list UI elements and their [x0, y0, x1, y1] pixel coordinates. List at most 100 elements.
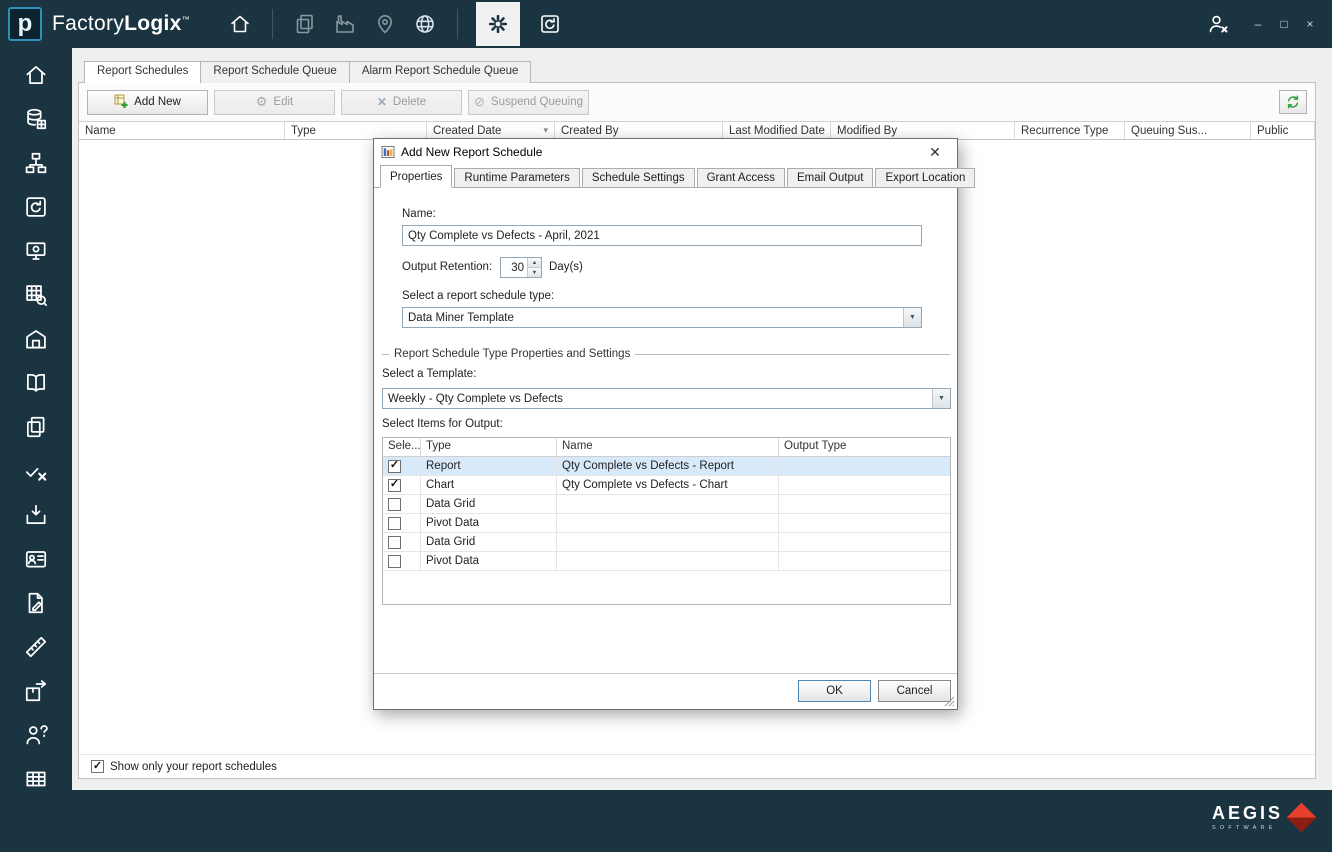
row-checkbox[interactable] — [388, 460, 401, 473]
column-header-last-modified-date[interactable]: Last Modified Date — [723, 122, 831, 139]
table-row[interactable]: ReportQty Complete vs Defects - Report — [383, 457, 950, 476]
table-row[interactable]: Pivot Data — [383, 514, 950, 533]
row-output-cell — [779, 514, 950, 532]
refresh-button[interactable] — [1279, 90, 1307, 114]
items-column-sele[interactable]: Sele... — [383, 438, 421, 456]
chevron-down-icon[interactable]: ▼ — [932, 389, 950, 408]
column-header-created-by[interactable]: Created By — [555, 122, 723, 139]
schedule-type-select[interactable]: Data Miner Template ▼ — [402, 307, 922, 328]
table-row[interactable]: Data Grid — [383, 533, 950, 552]
items-column-type[interactable]: Type — [421, 438, 557, 456]
topbar-documents-button[interactable] — [285, 2, 325, 46]
output-retention-stepper[interactable]: 30 ▲▼ — [500, 257, 542, 278]
library-icon — [23, 370, 49, 396]
sidebar-item-shipping[interactable] — [14, 674, 58, 708]
sidebar-item-facility[interactable] — [14, 322, 58, 356]
topbar-globe-button[interactable] — [405, 2, 445, 46]
tab-report-schedules[interactable]: Report Schedules — [84, 61, 201, 83]
grid-table-icon — [23, 766, 49, 790]
dialog-tab-runtime-parameters[interactable]: Runtime Parameters — [454, 168, 579, 188]
row-select-cell[interactable] — [383, 514, 421, 532]
template-value: Weekly - Qty Complete vs Defects — [383, 393, 932, 405]
row-checkbox[interactable] — [388, 555, 401, 568]
sidebar-item-process-flow[interactable] — [14, 146, 58, 180]
spin-down-icon[interactable]: ▼ — [528, 268, 541, 277]
column-header-public[interactable]: Public — [1251, 122, 1315, 139]
show-only-mine-checkbox[interactable] — [91, 760, 104, 773]
sidebar-item-data-sources[interactable] — [14, 102, 58, 136]
minimize-button[interactable]: – — [1248, 13, 1268, 35]
sidebar-item-station-monitor[interactable] — [14, 234, 58, 268]
settings-gear-button[interactable] — [476, 2, 520, 46]
column-header-name[interactable]: Name — [79, 122, 285, 139]
sidebar-item-library[interactable] — [14, 366, 58, 400]
sidebar-item-grid-table[interactable] — [14, 762, 58, 790]
resize-grip-icon[interactable] — [944, 696, 955, 707]
sidebar-item-receiving[interactable] — [14, 498, 58, 532]
maximize-button[interactable]: □ — [1274, 13, 1294, 35]
row-select-cell[interactable] — [383, 476, 421, 494]
column-label: Last Modified Date — [729, 125, 825, 137]
sidebar-item-data-query[interactable] — [14, 278, 58, 312]
ok-button[interactable]: OK — [798, 680, 871, 702]
template-select[interactable]: Weekly - Qty Complete vs Defects ▼ — [382, 388, 951, 409]
items-column-output-type[interactable]: Output Type — [779, 438, 950, 456]
sidebar-item-revision-loop[interactable] — [14, 190, 58, 224]
dialog-tab-email-output[interactable]: Email Output — [787, 168, 873, 188]
column-header-modified-by[interactable]: Modified By — [831, 122, 1015, 139]
dialog-tab-properties[interactable]: Properties — [380, 165, 452, 188]
row-select-cell[interactable] — [383, 495, 421, 513]
close-button[interactable]: × — [1300, 13, 1320, 35]
topbar-factory-button[interactable] — [325, 2, 365, 46]
row-output-cell — [779, 457, 950, 475]
cancel-button[interactable]: Cancel — [878, 680, 951, 702]
column-header-type[interactable]: Type — [285, 122, 427, 139]
column-header-recurrence-type[interactable]: Recurrence Type — [1015, 122, 1125, 139]
list-toolbar: Add New⚙Edit✕Delete⊘Suspend Queuing — [79, 83, 1315, 121]
row-checkbox[interactable] — [388, 479, 401, 492]
dialog-title-bar[interactable]: Add New Report Schedule ✕ — [374, 139, 957, 165]
separator — [457, 9, 458, 39]
sidebar-item-home[interactable] — [14, 58, 58, 92]
documents-icon — [293, 12, 317, 36]
topbar-location-pin-button[interactable] — [365, 2, 405, 46]
column-header-queuing-sus[interactable]: Queuing Sus... — [1125, 122, 1251, 139]
sidebar-item-document-edit[interactable] — [14, 586, 58, 620]
group-title: Report Schedule Type Properties and Sett… — [389, 348, 635, 360]
spin-up-icon[interactable]: ▲ — [528, 258, 541, 268]
chevron-down-icon[interactable]: ▼ — [903, 308, 921, 327]
row-select-cell[interactable] — [383, 552, 421, 570]
sidebar-item-support-person[interactable] — [14, 718, 58, 752]
session-restore-button[interactable] — [530, 2, 570, 46]
sidebar-item-documents[interactable] — [14, 410, 58, 444]
tab-alarm-report-schedule-queue[interactable]: Alarm Report Schedule Queue — [349, 61, 532, 83]
dialog-tab-grant-access[interactable]: Grant Access — [697, 168, 785, 188]
data-sources-icon — [23, 106, 49, 132]
home-nav-button[interactable] — [220, 2, 260, 46]
row-select-cell[interactable] — [383, 457, 421, 475]
table-row[interactable]: ChartQty Complete vs Defects - Chart — [383, 476, 950, 495]
row-checkbox[interactable] — [388, 498, 401, 511]
template-label: Select a Template: — [382, 368, 476, 380]
row-checkbox[interactable] — [388, 517, 401, 530]
sidebar-item-design-ruler[interactable] — [14, 630, 58, 664]
user-logout-button[interactable] — [1198, 2, 1238, 46]
name-input[interactable] — [402, 225, 922, 246]
table-row[interactable]: Pivot Data — [383, 552, 950, 571]
row-output-cell — [779, 533, 950, 551]
sidebar-item-badge[interactable] — [14, 542, 58, 576]
dialog-close-button[interactable]: ✕ — [920, 142, 950, 162]
add-new-button[interactable]: Add New — [87, 90, 208, 115]
sidebar-item-quality-check[interactable] — [14, 454, 58, 488]
dialog-tab-schedule-settings[interactable]: Schedule Settings — [582, 168, 695, 188]
dialog-tab-export-location[interactable]: Export Location — [875, 168, 975, 188]
row-select-cell[interactable] — [383, 533, 421, 551]
column-label: Type — [291, 125, 316, 137]
items-column-name[interactable]: Name — [557, 438, 779, 456]
column-header-created-date[interactable]: Created Date▾ — [427, 122, 555, 139]
tab-report-schedule-queue[interactable]: Report Schedule Queue — [200, 61, 349, 83]
dialog-tabs: PropertiesRuntime ParametersSchedule Set… — [374, 165, 957, 188]
table-row[interactable]: Data Grid — [383, 495, 950, 514]
filter-dropdown-icon[interactable]: ▾ — [537, 125, 548, 136]
row-checkbox[interactable] — [388, 536, 401, 549]
